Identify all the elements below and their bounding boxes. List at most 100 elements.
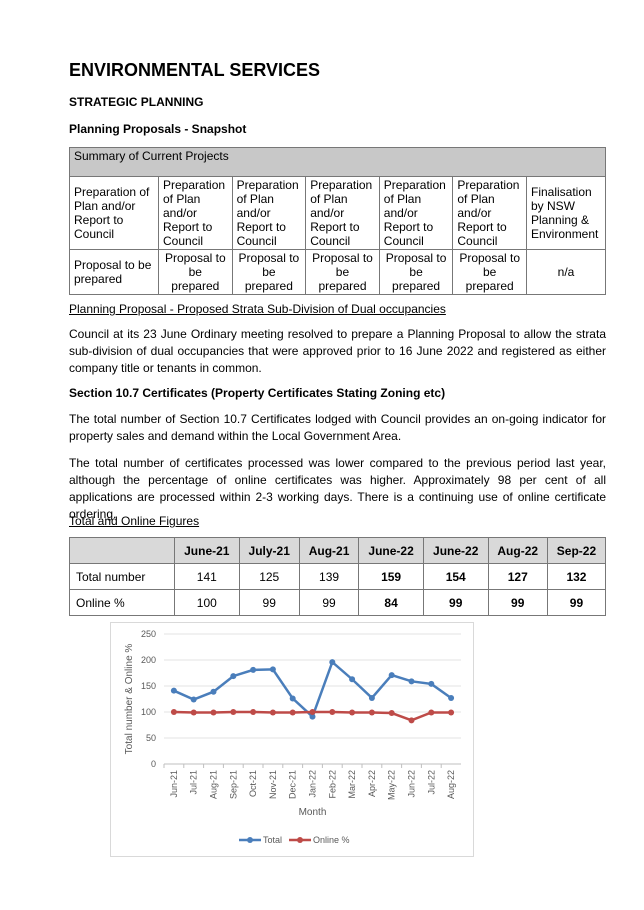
column-header: July-21 [238, 537, 300, 564]
data-point [349, 709, 356, 716]
status-cell: Proposal to be prepared [231, 249, 307, 295]
data-point [388, 672, 395, 679]
legend-marker [297, 837, 303, 843]
data-point [230, 673, 237, 680]
series-line-total [173, 659, 452, 719]
data-point [289, 695, 296, 702]
section-heading: STRATEGIC PLANNING [69, 95, 204, 109]
data-point [368, 709, 375, 716]
stage-cell: Preparation of Plan and/or Report to Cou… [158, 176, 233, 250]
figures-heading: Total and Online Figures [69, 514, 200, 528]
x-tick-label: Nov-21 [268, 770, 278, 799]
status-cell: Proposal to be prepared [452, 249, 527, 295]
stage-cell: Preparation of Plan and/or Report to Cou… [305, 176, 380, 250]
stage-cell: Preparation of Plan and/or Report to Cou… [452, 176, 527, 250]
status-cell: Proposal to be prepared [378, 249, 454, 295]
x-tick-label: Aug-21 [209, 770, 219, 799]
data-point [349, 676, 356, 683]
table-row: Total number 141 125 139 159 154 127 132 [69, 563, 607, 590]
cell: 132 [546, 563, 607, 590]
x-tick-label: Mar-22 [347, 770, 357, 799]
data-point [448, 709, 455, 716]
strata-text: Council at its 23 June Ordinary meeting … [69, 327, 606, 375]
legend-label: Online % [313, 835, 350, 845]
data-point [368, 694, 375, 701]
strata-heading: Planning Proposal - Proposed Strata Sub-… [69, 302, 446, 316]
stage-cell: Preparation of Plan and/or Report to Cou… [378, 176, 454, 250]
cell: 99 [422, 589, 489, 616]
cell: 99 [238, 589, 300, 616]
stage-cell: Preparation of Plan and/or Report to Cou… [69, 176, 159, 250]
status-cell: n/a [526, 249, 606, 295]
column-header: June-22 [422, 537, 489, 564]
cell: 154 [422, 563, 489, 590]
y-tick-label: 50 [146, 733, 156, 743]
cell: 84 [358, 589, 424, 616]
corner-cell [69, 537, 175, 564]
x-tick-label: Jun-22 [407, 770, 417, 798]
y-tick-label: 0 [151, 759, 156, 769]
data-point [190, 709, 197, 716]
x-tick-label: Jul-21 [189, 770, 199, 795]
data-point [269, 709, 276, 716]
x-axis-title: Month [299, 807, 327, 818]
x-tick-label: Oct-21 [248, 770, 258, 797]
data-point [329, 709, 336, 715]
x-tick-label: May-22 [387, 770, 397, 800]
cell: 100 [174, 589, 240, 616]
y-tick-label: 200 [141, 655, 156, 665]
x-tick-label: Dec-21 [288, 770, 298, 799]
data-point [190, 696, 197, 703]
status-cell: Proposal to be prepared [158, 249, 233, 295]
column-header: Aug-21 [298, 537, 360, 564]
data-point [289, 709, 296, 716]
data-point [428, 709, 435, 716]
cell: 141 [174, 563, 240, 590]
column-header: June-22 [358, 537, 424, 564]
column-header: Sep-22 [546, 537, 607, 564]
data-point [329, 659, 336, 666]
y-tick-label: 150 [141, 681, 156, 691]
y-tick-label: 250 [141, 629, 156, 639]
y-axis-title: Total number & Online % [124, 644, 135, 755]
cert-text-1: The total number of Section 10.7 Certifi… [69, 412, 606, 443]
legend-label: Total [263, 835, 282, 845]
cert-heading: Section 10.7 Certificates (Property Cert… [69, 386, 446, 400]
stage-cell: Preparation of Plan and/or Report to Cou… [231, 176, 307, 250]
y-tick-label: 100 [141, 707, 156, 717]
row-label: Total number [69, 563, 175, 590]
line-chart: 0 50 100 150 200 250 Jun-21 Jul-21 Aug-21 Sep-21 O… [110, 622, 474, 857]
data-point [309, 709, 316, 715]
data-point [388, 710, 395, 717]
x-tick-label: Feb-22 [327, 770, 337, 799]
cell: 139 [298, 563, 360, 590]
projects-table: Summary of Current Projects Preparation … [69, 147, 606, 295]
column-header: June-21 [174, 537, 240, 564]
data-point [408, 717, 415, 724]
data-point [210, 688, 217, 695]
data-point [170, 709, 177, 715]
data-point [250, 709, 257, 715]
data-point [428, 680, 435, 687]
cell: 99 [546, 589, 607, 616]
subsection-heading: Planning Proposals - Snapshot [69, 122, 247, 136]
stage-cell: Finalisation by NSW Planning & Environme… [526, 176, 606, 250]
x-tick-label: Aug-22 [446, 770, 456, 799]
cert-text-2: The total number of certificates process… [69, 456, 606, 521]
figures-table: June-21 July-21 Aug-21 June-22 June-22 A… [69, 537, 607, 616]
page: ENVIRONMENTAL SERVICES STRATEGIC PLANNIN… [0, 0, 644, 910]
x-tick-label: Jun-21 [169, 770, 179, 798]
page-title: ENVIRONMENTAL SERVICES [69, 60, 321, 80]
data-point [408, 678, 415, 685]
data-point [210, 709, 217, 716]
cell: 127 [487, 563, 548, 590]
legend-marker [247, 837, 253, 843]
data-point [230, 709, 237, 715]
projects-caption: Summary of Current Projects [69, 147, 606, 177]
cell: 125 [238, 563, 300, 590]
row-label: Online % [69, 589, 175, 616]
cell: 159 [358, 563, 424, 590]
data-point [250, 666, 257, 673]
x-tick-label: Sep-21 [228, 770, 238, 799]
data-point [170, 687, 177, 694]
